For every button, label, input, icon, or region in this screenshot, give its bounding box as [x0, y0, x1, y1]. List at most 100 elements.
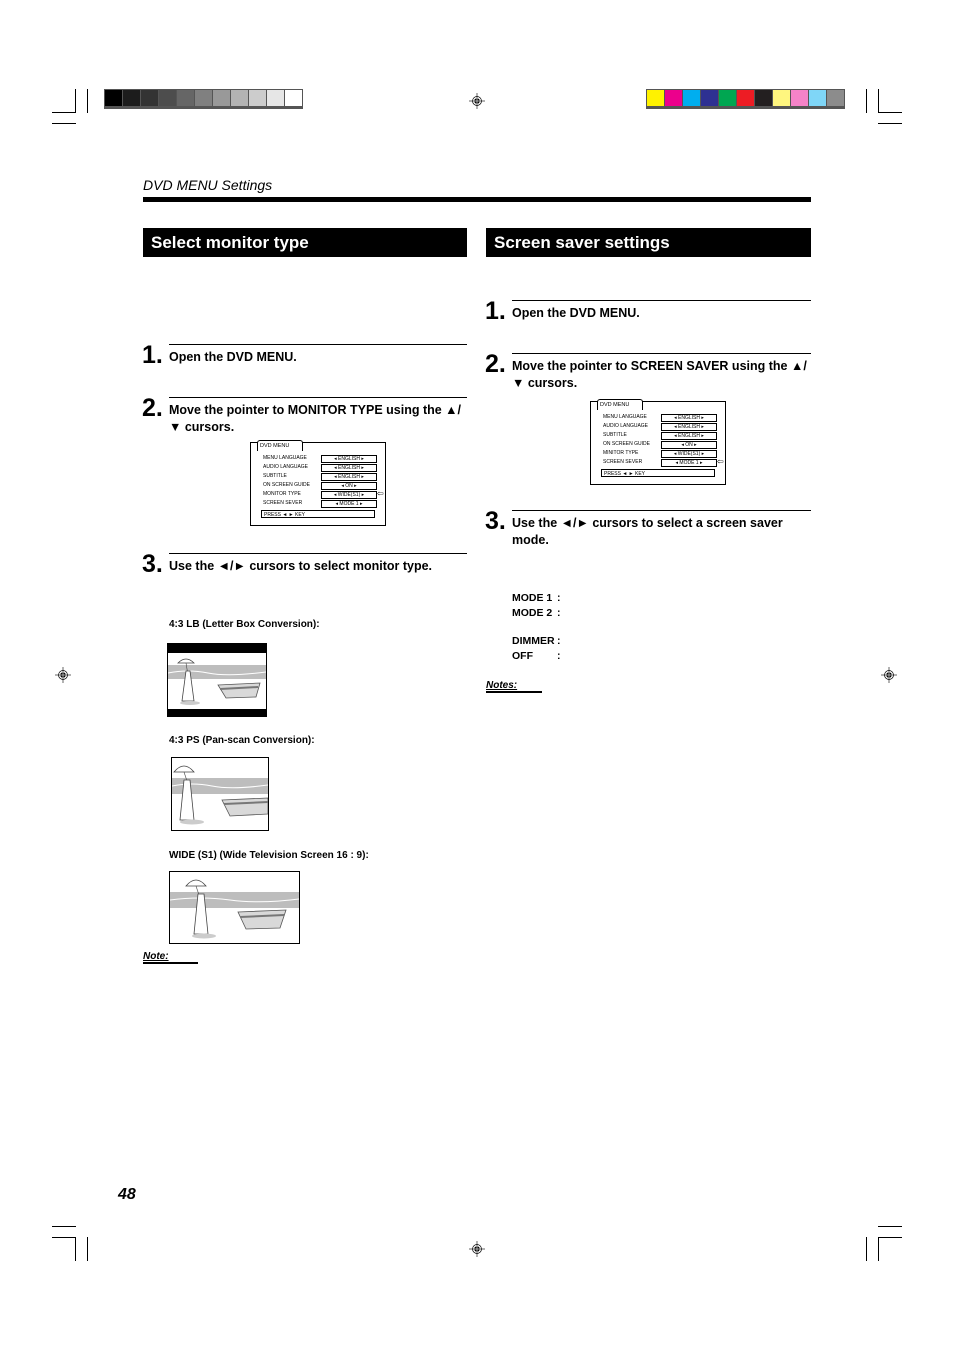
menu-tab: DVD MENU [257, 440, 303, 451]
step-divider [512, 510, 811, 511]
grayscale-calibration-bar [104, 89, 303, 109]
color-swatch [809, 90, 826, 106]
menu-row-value: ◂ WIDE(S1) ▸ [661, 450, 717, 458]
registration-mark-icon [469, 1241, 485, 1257]
picture-caption: 4:3 LB (Letter Box Conversion): [169, 619, 320, 630]
color-swatch [827, 90, 844, 106]
note-underline [143, 962, 198, 964]
step-number: 2. [485, 350, 506, 378]
step-divider [512, 300, 811, 301]
color-swatch [755, 90, 772, 106]
step-number: 1. [142, 341, 163, 369]
step-divider [169, 553, 467, 554]
step-text: Use the ◄/► cursors to select monitor ty… [169, 559, 433, 573]
beach-scene-image [170, 879, 299, 939]
pointer-arrow-icon: ⇦ [717, 457, 724, 466]
mode-item: OFF: [512, 650, 561, 662]
menu-row-value: ◂ ENGLISH ▸ [321, 473, 377, 481]
crop-mark [878, 123, 902, 124]
letterbox-picture [167, 643, 267, 717]
menu-row-label: ON SCREEN GUIDE [263, 482, 310, 488]
menu-row-label: SCREEN SEVER [263, 500, 303, 506]
color-swatch [719, 90, 736, 106]
color-swatch [249, 90, 266, 106]
menu-tab: DVD MENU [597, 399, 643, 410]
menu-row-label: SCREEN SEVER [603, 459, 643, 465]
section-header: DVD MENU Settings [143, 177, 273, 193]
color-swatch [123, 90, 140, 106]
menu-row-value: ◂ MODE 1 ▸ [321, 500, 377, 508]
crop-mark [878, 1237, 879, 1261]
menu-row-value: ◂ WIDE(S1) ▸ [321, 491, 377, 499]
menu-row-label: SUBTITLE [263, 473, 287, 479]
color-swatch [213, 90, 230, 106]
beach-scene-image [172, 765, 268, 825]
mode-item: DIMMER: [512, 635, 561, 647]
crop-mark [52, 123, 76, 124]
panscan-picture [171, 757, 269, 831]
menu-row-label: ON SCREEN GUIDE [603, 441, 650, 447]
color-swatch [267, 90, 284, 106]
mode-separator: : [557, 635, 561, 647]
step-number: 1. [485, 297, 506, 325]
color-swatch [683, 90, 700, 106]
crop-mark [866, 1237, 867, 1261]
step-text: Open the DVD MENU. [512, 306, 640, 320]
notes-underline [486, 691, 542, 693]
crop-mark [878, 112, 902, 113]
mode-item: MODE 1: [512, 592, 561, 604]
step-divider [169, 344, 467, 345]
menu-row-value: ◂ ENGLISH ▸ [661, 432, 717, 440]
right-section-title: Screen saver settings [486, 228, 811, 257]
page-number: 48 [118, 1186, 136, 1203]
step-text: Move the pointer to MONITOR TYPE using t… [169, 403, 462, 434]
menu-row-value: ◂ ENGLISH ▸ [321, 455, 377, 463]
registration-mark-icon [55, 667, 71, 683]
mode-separator: : [557, 607, 561, 619]
wide-picture [169, 871, 300, 944]
color-swatch [647, 90, 664, 106]
crop-mark [75, 1237, 76, 1261]
crop-mark [52, 1226, 76, 1227]
beach-scene-image [168, 653, 266, 709]
crop-mark [75, 89, 76, 113]
mode-item: MODE 2: [512, 607, 561, 619]
mode-label: MODE 2 [512, 607, 553, 619]
dvd-menu-illustration: DVD MENU MENU LANGUAGE ◂ ENGLISH ▸ AUDIO LA… [250, 440, 386, 526]
step-number: 2. [142, 394, 163, 422]
menu-row-label: MONITOR TYPE [263, 491, 301, 497]
color-swatch [285, 90, 302, 106]
menu-row-label: MINITOR TYPE [603, 450, 639, 456]
color-swatch [773, 90, 790, 106]
crop-mark [866, 89, 867, 113]
step-text: Move the pointer to SCREEN SAVER using t… [512, 359, 807, 390]
registration-mark-icon [881, 667, 897, 683]
crop-mark [52, 112, 76, 113]
mode-separator: : [557, 650, 561, 662]
picture-caption: 4:3 PS (Pan-scan Conversion): [169, 735, 315, 746]
step-text: Use the ◄/► cursors to select a screen s… [512, 516, 783, 547]
pointer-arrow-icon: ⇦ [377, 489, 384, 498]
crop-mark [87, 1237, 88, 1261]
mode-label: MODE 1 [512, 592, 553, 604]
crop-mark [878, 1237, 902, 1238]
menu-row-value: ◂ MODE 1 ▸ [661, 459, 717, 467]
crop-mark [878, 89, 879, 113]
notes-label: Notes: [486, 680, 518, 691]
color-swatch [195, 90, 212, 106]
menu-row-label: MENU LANGUAGE [603, 414, 647, 420]
color-swatch [791, 90, 808, 106]
step-text: Open the DVD MENU. [169, 350, 297, 364]
color-swatch [177, 90, 194, 106]
color-swatch [701, 90, 718, 106]
menu-row-value: ◂ ENGLISH ▸ [321, 464, 377, 472]
left-section-title: Select monitor type [143, 228, 467, 257]
menu-row-label: AUDIO LANGUAGE [263, 464, 309, 470]
dvd-menu-illustration: DVD MENU MENU LANGUAGE ◂ ENGLISH ▸ AUDIO LA… [590, 399, 726, 485]
color-swatch [105, 90, 122, 106]
color-swatch [159, 90, 176, 106]
mode-label: OFF [512, 650, 533, 662]
menu-row-value: ◂ ON ▸ [321, 482, 377, 490]
note-label: Note: [143, 951, 169, 962]
menu-row-value: ◂ ENGLISH ▸ [661, 423, 717, 431]
